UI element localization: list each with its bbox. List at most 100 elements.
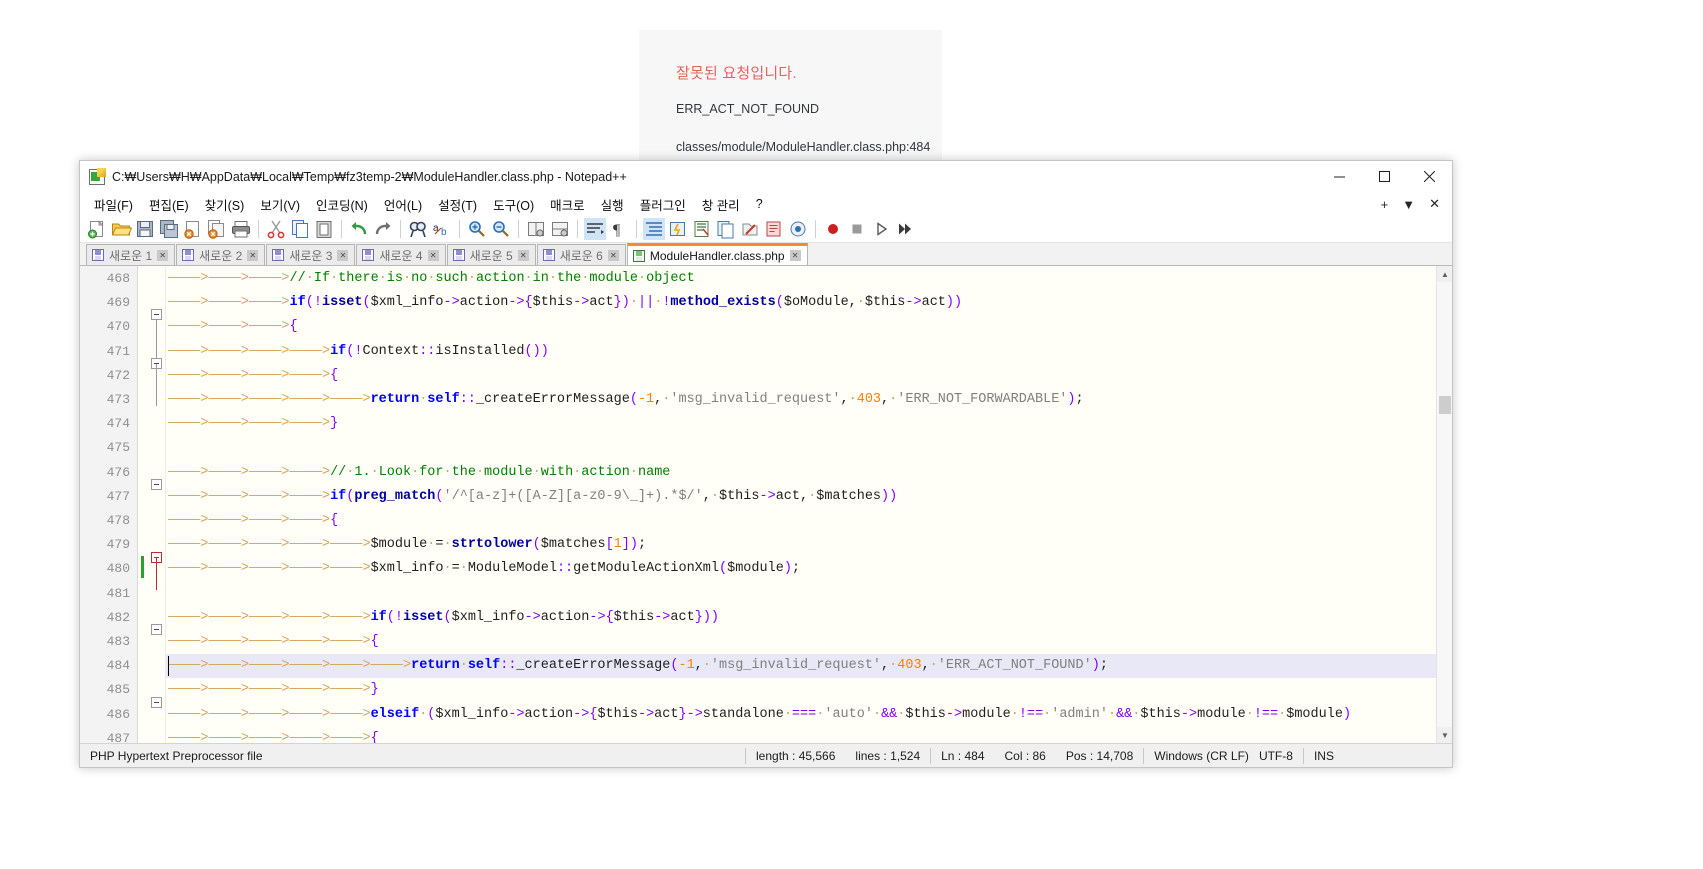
status-pos: Pos : 14,708 bbox=[1065, 748, 1134, 763]
tab-new-4[interactable]: 새로운 4 ✕ bbox=[356, 244, 446, 265]
code-line[interactable]: ————>————>————>————>————>if(!isset($xml_… bbox=[166, 606, 1452, 630]
code-line[interactable]: ————>————>————>————>————>————>return·sel… bbox=[166, 654, 1452, 679]
title-bar[interactable]: C:₩Users₩H₩AppData₩Local₩Temp₩fz3temp-2₩… bbox=[80, 161, 1452, 192]
zoom-in-icon[interactable] bbox=[466, 218, 488, 240]
close-button[interactable] bbox=[1407, 161, 1452, 192]
close-document-icon[interactable]: ✕ bbox=[1429, 196, 1440, 212]
minimize-button[interactable] bbox=[1317, 161, 1362, 192]
macro-play-icon[interactable] bbox=[870, 218, 892, 240]
code-line[interactable]: ————>————>————>————>//·1.·Look·for·the·m… bbox=[166, 461, 1452, 485]
redo-icon[interactable] bbox=[372, 218, 394, 240]
save-icon[interactable] bbox=[134, 218, 156, 240]
code-text-area[interactable]: ————>————>————>//·If·there·is·no·such·ac… bbox=[166, 266, 1452, 743]
function-list-icon[interactable] bbox=[715, 218, 737, 240]
copy-icon[interactable] bbox=[289, 218, 311, 240]
paste-icon[interactable] bbox=[313, 218, 335, 240]
tab-close-icon[interactable]: ✕ bbox=[247, 249, 259, 261]
fold-toggle[interactable] bbox=[151, 309, 162, 320]
code-line[interactable]: ————>————>————>————>————>} bbox=[166, 678, 1452, 702]
window-controls bbox=[1317, 161, 1452, 192]
open-file-icon[interactable] bbox=[110, 218, 133, 240]
indent-guide-icon[interactable] bbox=[643, 218, 665, 240]
undo-icon[interactable] bbox=[348, 218, 370, 240]
menu-item-encoding[interactable]: 인코딩(N) bbox=[308, 193, 376, 216]
code-line[interactable] bbox=[166, 436, 1452, 460]
tab-close-icon[interactable]: ✕ bbox=[607, 249, 619, 261]
close-file-icon[interactable] bbox=[182, 218, 204, 240]
macro-play-multiple-icon[interactable] bbox=[894, 218, 916, 240]
tab-new-5[interactable]: 새로운 5 ✕ bbox=[446, 244, 536, 265]
menu-item-settings[interactable]: 설정(T) bbox=[430, 193, 485, 216]
print-icon[interactable] bbox=[230, 218, 252, 240]
code-line[interactable]: ————>————>————>{ bbox=[166, 315, 1452, 339]
tab-new-6[interactable]: 새로운 6 ✕ bbox=[536, 244, 626, 265]
find-icon[interactable] bbox=[407, 218, 429, 240]
tab-close-icon[interactable]: ✕ bbox=[789, 250, 801, 261]
scroll-down-icon[interactable]: ▼ bbox=[1437, 727, 1452, 743]
menu-item-window[interactable]: 창 관리 bbox=[694, 193, 748, 216]
code-line[interactable] bbox=[166, 582, 1452, 606]
tab-close-icon[interactable]: ✕ bbox=[517, 249, 529, 261]
document-map-icon[interactable] bbox=[691, 218, 713, 240]
menu-item-run[interactable]: 실행 bbox=[593, 193, 632, 216]
editor-area[interactable]: 468 469 470 471 472 473 474 475 476 477 478 479 480 4… bbox=[80, 266, 1452, 743]
bookmark-column[interactable] bbox=[138, 266, 148, 743]
code-line[interactable]: ————>————>————>————>} bbox=[166, 412, 1452, 436]
show-all-chars-icon[interactable]: ¶ bbox=[608, 218, 630, 240]
code-line[interactable]: ————>————>————>————>if(!Context::isInsta… bbox=[166, 340, 1452, 364]
tab-close-icon[interactable]: ✕ bbox=[427, 249, 439, 261]
cut-icon[interactable] bbox=[265, 218, 287, 240]
vertical-scrollbar[interactable]: ▲ ▼ bbox=[1436, 266, 1452, 743]
save-all-icon[interactable] bbox=[158, 218, 180, 240]
maximize-button[interactable] bbox=[1362, 161, 1407, 192]
zoom-out-icon[interactable] bbox=[490, 218, 512, 240]
macro-stop-icon[interactable] bbox=[846, 218, 868, 240]
code-line[interactable]: ————>————>————>if(!isset($xml_info->acti… bbox=[166, 291, 1452, 315]
code-line[interactable]: ————>————>————>————>if(preg_match('/^[a-… bbox=[166, 485, 1452, 509]
line-number: 481 bbox=[106, 585, 130, 601]
menu-item-language[interactable]: 언어(L) bbox=[376, 193, 430, 216]
monitoring-icon[interactable] bbox=[763, 218, 785, 240]
word-wrap-icon[interactable] bbox=[584, 218, 606, 240]
tab-list-chevron-icon[interactable]: ▼ bbox=[1402, 197, 1415, 212]
code-line[interactable]: ————>————>————>————>{ bbox=[166, 509, 1452, 533]
menu-item-plugins[interactable]: 플러그인 bbox=[632, 193, 694, 216]
replace-icon[interactable]: ab bbox=[431, 218, 453, 240]
sync-vertical-icon[interactable] bbox=[525, 218, 547, 240]
tab-new-3[interactable]: 새로운 3 ✕ bbox=[266, 244, 356, 265]
code-folding-column[interactable] bbox=[148, 266, 166, 743]
menu-item-macro[interactable]: 매크로 bbox=[542, 193, 593, 216]
menu-item-tools[interactable]: 도구(O) bbox=[485, 193, 542, 216]
menu-item-view[interactable]: 보기(V) bbox=[252, 193, 308, 216]
menu-item-edit[interactable]: 편집(E) bbox=[141, 193, 197, 216]
fold-toggle[interactable] bbox=[151, 624, 162, 635]
code-line[interactable]: ————>————>————>————>————>$module·=·strto… bbox=[166, 533, 1452, 557]
code-line[interactable]: ————>————>————>————>————>{ bbox=[166, 727, 1452, 743]
code-line[interactable]: ————>————>————>————>————>{ bbox=[166, 630, 1452, 654]
tab-modulehandler-class-php[interactable]: ModuleHandler.class.php ✕ bbox=[626, 243, 808, 265]
new-tab-plus-icon[interactable]: + bbox=[1381, 197, 1389, 212]
scroll-up-icon[interactable]: ▲ bbox=[1437, 266, 1452, 282]
menu-item-help[interactable]: ? bbox=[748, 195, 771, 213]
vertical-scroll-thumb[interactable] bbox=[1439, 396, 1451, 414]
tab-close-icon[interactable]: ✕ bbox=[337, 249, 349, 261]
tab-close-icon[interactable]: ✕ bbox=[157, 249, 169, 261]
close-all-icon[interactable] bbox=[206, 218, 228, 240]
fold-toggle[interactable] bbox=[151, 479, 162, 490]
fold-toggle[interactable] bbox=[151, 697, 162, 708]
user-define-dialog-icon[interactable] bbox=[667, 218, 689, 240]
code-line[interactable]: ————>————>————>————>————>elseif·($xml_in… bbox=[166, 703, 1452, 727]
new-file-icon[interactable] bbox=[86, 218, 108, 240]
menu-item-search[interactable]: 찾기(S) bbox=[197, 193, 253, 216]
sync-horizontal-icon[interactable] bbox=[549, 218, 571, 240]
menu-item-file[interactable]: 파일(F) bbox=[86, 193, 141, 216]
code-line[interactable]: ————>————>————>————>————>return·self::_c… bbox=[166, 388, 1452, 412]
macro-record-icon[interactable] bbox=[787, 218, 809, 240]
macro-record-start-icon[interactable] bbox=[822, 218, 844, 240]
folder-workspace-icon[interactable] bbox=[739, 218, 761, 240]
tab-new-1[interactable]: 새로운 1 ✕ bbox=[86, 244, 176, 265]
code-line[interactable]: ————>————>————>//·If·there·is·no·such·ac… bbox=[166, 267, 1452, 291]
code-line[interactable]: ————>————>————>————>————>$xml_info·=·Mod… bbox=[166, 557, 1452, 581]
code-line[interactable]: ————>————>————>————>{ bbox=[166, 364, 1452, 388]
tab-new-2[interactable]: 새로운 2 ✕ bbox=[176, 244, 266, 265]
